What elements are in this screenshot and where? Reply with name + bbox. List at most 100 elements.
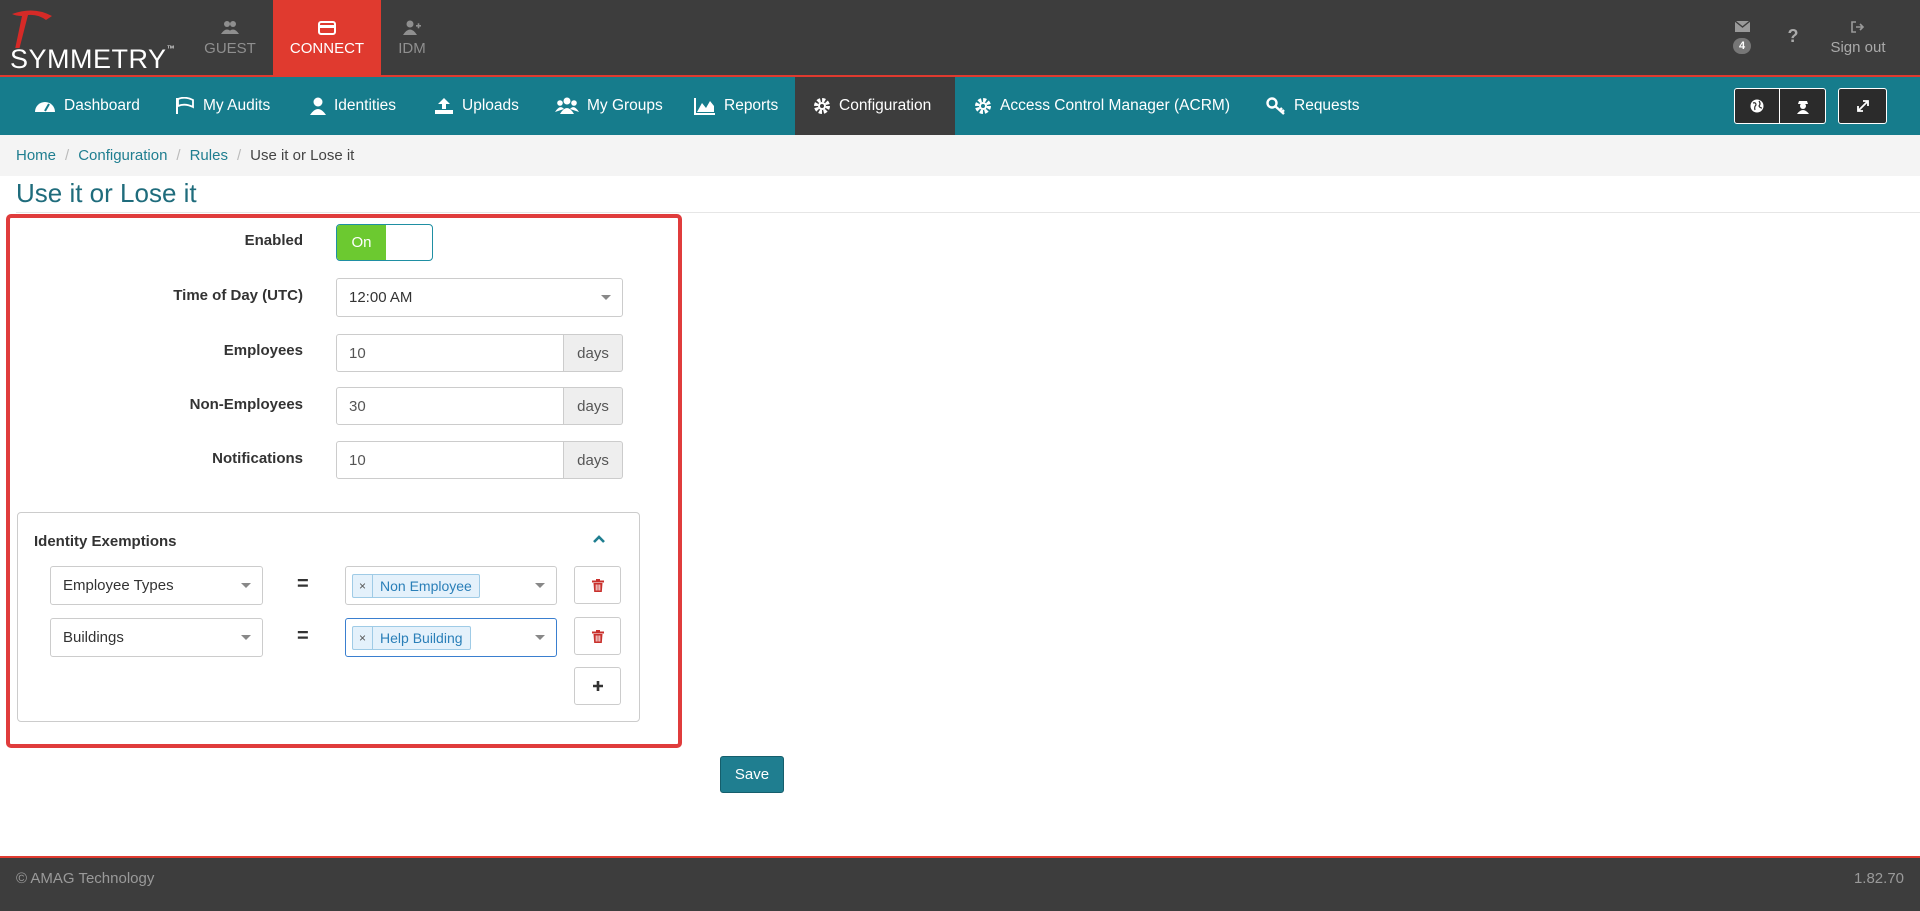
delete-row-button[interactable] — [574, 566, 621, 604]
breadcrumb-separator: / — [236, 147, 242, 164]
delete-row-button[interactable] — [574, 617, 621, 655]
user-plus-icon — [403, 20, 421, 35]
trash-icon — [591, 578, 604, 592]
breadcrumb-home[interactable]: Home — [16, 147, 56, 164]
identity-exemptions-title: Identity Exemptions — [34, 533, 177, 550]
expand-icon — [1856, 100, 1869, 112]
enabled-label: Enabled — [244, 232, 303, 249]
chevron-down-icon — [535, 635, 545, 640]
agent-button[interactable] — [1780, 88, 1826, 124]
non-employees-label: Non-Employees — [189, 396, 303, 413]
equals-operator: = — [297, 625, 309, 647]
app-tab-label: CONNECT — [289, 40, 365, 57]
gear-icon — [975, 98, 991, 114]
equals-operator: = — [297, 573, 309, 595]
chevron-down-icon — [601, 295, 611, 300]
trash-icon — [591, 629, 604, 643]
nav-configuration[interactable]: Configuration — [795, 77, 955, 135]
nav-acrm[interactable]: Access Control Manager (ACRM) — [956, 77, 1248, 135]
symmetry-logo[interactable]: SYMMETRY™ — [6, 6, 178, 74]
nav-reports[interactable]: Reports — [676, 77, 796, 135]
breadcrumb-separator: / — [65, 147, 70, 164]
globe-button[interactable] — [1734, 88, 1780, 124]
messages-button[interactable]: 4 — [1724, 0, 1760, 75]
flag-icon — [176, 97, 194, 114]
nav-label: Configuration — [839, 97, 932, 114]
globe-icon — [1750, 99, 1764, 113]
help-button[interactable]: ? — [1778, 26, 1808, 47]
breadcrumb-current: Use it or Lose it — [250, 147, 355, 164]
tag-remove-button[interactable]: × — [353, 574, 374, 597]
tag-remove-button[interactable]: × — [353, 626, 374, 649]
user-secret-icon — [1796, 101, 1809, 114]
user-icon — [310, 97, 326, 115]
nav-label: My Groups — [587, 97, 663, 114]
employees-unit: days — [564, 334, 623, 372]
add-row-button[interactable] — [574, 667, 621, 705]
employees-field: 10 days — [336, 334, 623, 372]
nav-label: Requests — [1294, 97, 1360, 114]
exemption-field-select[interactable]: Employee Types — [50, 566, 263, 605]
sign-out-label: Sign out — [1830, 39, 1886, 56]
nav-label: Uploads — [462, 97, 519, 114]
footer: © AMAG Technology 1.82.70 — [0, 856, 1920, 911]
toggle-on-label: On — [337, 225, 386, 260]
non-employees-unit: days — [564, 387, 623, 425]
app-tab-label: GUEST — [204, 40, 256, 57]
notifications-field: 10 days — [336, 441, 623, 479]
collapse-button[interactable] — [588, 530, 610, 548]
nav-uploads[interactable]: Uploads — [416, 77, 537, 135]
upload-icon — [435, 98, 453, 114]
main-nav: Dashboard My Audits Identities Uploads M… — [0, 77, 1920, 135]
tag-label: Help Building — [380, 629, 463, 646]
app-tab-idm[interactable]: IDM — [380, 0, 444, 75]
nav-identities[interactable]: Identities — [292, 77, 414, 135]
trademark: ™ — [166, 44, 176, 53]
notifications-input[interactable]: 10 — [336, 441, 564, 479]
app-tab-guest[interactable]: GUEST — [176, 0, 284, 75]
enabled-toggle[interactable]: On — [336, 224, 433, 261]
sign-out-button[interactable]: Sign out — [1824, 0, 1892, 75]
app-tab-label: IDM — [398, 40, 426, 57]
logo-swoosh-icon — [12, 10, 52, 48]
exemption-value-select[interactable]: × Help Building — [345, 618, 557, 657]
time-of-day-label: Time of Day (UTC) — [173, 287, 303, 304]
fullscreen-button[interactable] — [1838, 88, 1887, 124]
chevron-down-icon — [241, 583, 251, 588]
chevron-up-icon — [593, 535, 605, 543]
nav-requests[interactable]: Requests — [1248, 77, 1377, 135]
notifications-label: Notifications — [212, 450, 303, 467]
exemption-value-select[interactable]: × Non Employee — [345, 566, 557, 605]
nav-label: Access Control Manager (ACRM) — [1000, 97, 1230, 114]
sign-out-icon — [1851, 21, 1865, 33]
gear-icon — [814, 98, 830, 114]
employees-input[interactable]: 10 — [336, 334, 564, 372]
nav-dashboard[interactable]: Dashboard — [16, 77, 158, 135]
breadcrumb-separator: / — [176, 147, 181, 164]
tag-label: Non Employee — [380, 577, 472, 594]
non-employees-input[interactable]: 30 — [336, 387, 564, 425]
nav-label: Reports — [724, 97, 779, 114]
question-icon: ? — [1787, 26, 1799, 46]
nav-my-groups[interactable]: My Groups — [537, 77, 681, 135]
value-tag: × Non Employee — [352, 573, 480, 598]
exemption-field-value: Buildings — [63, 629, 124, 646]
nav-my-audits[interactable]: My Audits — [157, 77, 288, 135]
save-button[interactable]: Save — [720, 756, 784, 793]
time-of-day-select[interactable]: 12:00 AM — [336, 278, 623, 317]
exemption-field-select[interactable]: Buildings — [50, 618, 263, 657]
app-tab-connect[interactable]: CONNECT — [273, 0, 381, 75]
employees-label: Employees — [223, 342, 303, 359]
users-icon — [221, 21, 239, 34]
envelope-icon — [1734, 21, 1750, 32]
copyright-text: © AMAG Technology — [16, 870, 155, 887]
breadcrumb: Home / Configuration / Rules / Use it or… — [0, 135, 1920, 176]
top-bar: SYMMETRY™ GUEST CONNECT IDM 4 ? Sign out — [0, 0, 1920, 77]
area-chart-icon — [694, 98, 715, 115]
breadcrumb-configuration[interactable]: Configuration — [78, 147, 167, 164]
nav-label: My Audits — [203, 97, 271, 114]
nav-label: Dashboard — [64, 97, 140, 114]
version-text: 1.82.70 — [1853, 870, 1904, 887]
breadcrumb-rules[interactable]: Rules — [190, 147, 228, 164]
page-title: Use it or Lose it — [16, 178, 197, 208]
